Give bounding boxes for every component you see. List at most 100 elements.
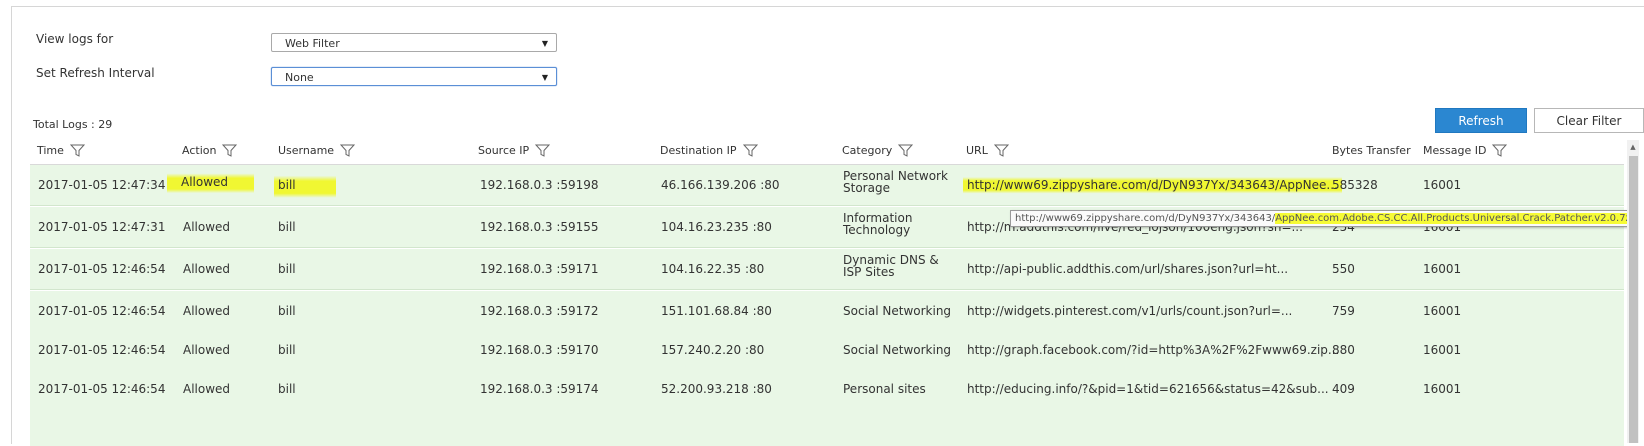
cell-url[interactable]: http://graph.facebook.com/?id=http%3A%2F…: [967, 343, 1339, 357]
column-label: Action: [182, 144, 217, 157]
refresh-button[interactable]: Refresh: [1435, 108, 1527, 133]
view-logs-select[interactable]: Web Filter ▼: [271, 33, 557, 52]
column-label: Destination IP: [660, 144, 737, 157]
column-header-category[interactable]: Category: [842, 144, 914, 157]
cell-message-id: 16001: [1423, 343, 1462, 357]
cell-action: Allowed: [183, 262, 231, 276]
cell-url[interactable]: http://api-public.addthis.com/url/shares…: [967, 262, 1288, 276]
column-label: Category: [842, 144, 893, 157]
filter-funnel-icon[interactable]: [340, 144, 356, 157]
column-header-source-ip[interactable]: Source IP: [478, 144, 551, 157]
column-label: URL: [966, 144, 988, 157]
cell-username: bill: [278, 262, 296, 276]
cell-username: bill: [274, 173, 336, 200]
view-logs-value: Web Filter: [285, 37, 340, 50]
cell-action: Allowed: [183, 304, 231, 318]
view-logs-label: View logs for: [36, 32, 114, 46]
cell-destination-ip: 157.240.2.20 :80: [661, 343, 765, 357]
cell-message-id: 16001: [1423, 382, 1462, 396]
filter-funnel-icon[interactable]: [535, 144, 551, 157]
cell-time: 2017-01-05 12:46:54: [38, 304, 166, 318]
cell-destination-ip: 46.166.139.206 :80: [661, 178, 780, 192]
cell-bytes: 759: [1332, 304, 1355, 318]
cell-username: bill: [278, 382, 296, 396]
cell-source-ip: 192.168.0.3 :59170: [480, 343, 599, 357]
refresh-interval-label: Set Refresh Interval: [36, 66, 155, 80]
cell-bytes: 880: [1332, 343, 1355, 357]
filter-funnel-icon[interactable]: [69, 144, 85, 157]
table-row[interactable]: [30, 408, 1624, 446]
cell-username: bill: [278, 304, 296, 318]
cell-category: Social Networking: [843, 304, 952, 318]
table-row[interactable]: 2017-01-05 12:46:54 Allowed bill 192.168…: [30, 330, 1624, 371]
total-logs-count: Total Logs : 29: [33, 118, 113, 131]
cell-category: Social Networking: [843, 343, 952, 357]
filter-funnel-icon[interactable]: [1492, 144, 1508, 157]
column-label: Message ID: [1423, 144, 1487, 157]
cell-bytes: 585328: [1332, 178, 1378, 192]
cell-category: Personal Network Storage: [843, 169, 948, 195]
cell-time: 2017-01-05 12:47:31: [38, 220, 166, 234]
table-header: Time Action Username Source IP Destinati…: [30, 140, 1624, 165]
cell-action: Allowed: [183, 382, 231, 396]
refresh-interval-select[interactable]: None ▼: [271, 67, 557, 86]
column-header-destination-ip[interactable]: Destination IP: [660, 144, 758, 157]
column-label: Time: [37, 144, 64, 157]
cell-username: bill: [278, 343, 296, 357]
column-header-url[interactable]: URL: [966, 144, 1009, 157]
url-tooltip: http://www69.zippyshare.com/d/DyN937Yx/3…: [1010, 210, 1636, 227]
cell-url[interactable]: http://educing.info/?&pid=1&tid=621656&s…: [967, 382, 1329, 396]
cell-message-id: 16001: [1423, 304, 1462, 318]
cell-source-ip: 192.168.0.3 :59174: [480, 382, 599, 396]
cell-action: Allowed: [183, 220, 231, 234]
cell-bytes: 409: [1332, 382, 1355, 396]
cell-bytes: 550: [1332, 262, 1355, 276]
cell-action-text: Allowed: [167, 171, 255, 195]
filter-funnel-icon[interactable]: [898, 144, 914, 157]
filter-funnel-icon[interactable]: [993, 144, 1009, 157]
column-header-message-id[interactable]: Message ID: [1423, 144, 1508, 157]
cell-category: Personal sites: [843, 382, 926, 396]
cell-url[interactable]: http://www69.zippyshare.com/d/DyN937Yx/3…: [963, 175, 1342, 195]
cell-url[interactable]: http://widgets.pinterest.com/v1/urls/cou…: [967, 304, 1292, 318]
clear-filter-button[interactable]: Clear Filter: [1534, 108, 1644, 133]
column-label: Username: [278, 144, 335, 157]
refresh-interval-value: None: [285, 71, 314, 84]
tooltip-url-prefix: http://www69.zippyshare.com/d/DyN937Yx/3…: [1015, 213, 1276, 224]
cell-time: 2017-01-05 12:46:54: [38, 343, 166, 357]
table-row[interactable]: 2017-01-05 12:46:54 Allowed bill 192.168…: [30, 369, 1624, 410]
cell-source-ip: 192.168.0.3 :59172: [480, 304, 599, 318]
cell-url-text: http://www69.zippyshare.com/d/DyN937Yx/3…: [963, 175, 1342, 195]
tooltip-url-filename: AppNee.com.Adobe.CS.CC.All.Products.Univ…: [1275, 213, 1631, 224]
filter-funnel-icon[interactable]: [742, 144, 758, 157]
table-row[interactable]: 2017-01-05 12:46:54 Allowed bill 192.168…: [30, 291, 1624, 332]
cell-category: Dynamic DNS & ISP Sites: [843, 253, 939, 279]
cell-time: 2017-01-05 12:46:54: [38, 382, 166, 396]
caret-down-icon: ▼: [541, 39, 548, 48]
column-header-action[interactable]: Action: [182, 144, 238, 157]
column-header-bytes-transfer[interactable]: Bytes Transfer: [1332, 144, 1411, 157]
filter-funnel-icon[interactable]: [222, 144, 238, 157]
cell-source-ip: 192.168.0.3 :59198: [480, 178, 599, 192]
column-header-time[interactable]: Time: [37, 144, 85, 157]
cell-time: 2017-01-05 12:46:54: [38, 262, 166, 276]
cell-source-ip: 192.168.0.3 :59155: [480, 220, 599, 234]
scroll-up-arrow-icon[interactable]: ▲: [1628, 141, 1638, 153]
table-row[interactable]: 2017-01-05 12:47:34 Allowed bill 192.168…: [30, 165, 1624, 206]
column-label: Source IP: [478, 144, 530, 157]
cell-message-id: 16001: [1423, 262, 1462, 276]
scrollbar-thumb[interactable]: [1629, 156, 1638, 443]
cell-message-id: 16001: [1423, 178, 1462, 192]
cell-destination-ip: 52.200.93.218 :80: [661, 382, 772, 396]
cell-destination-ip: 104.16.23.235 :80: [661, 220, 772, 234]
cell-destination-ip: 104.16.22.35 :80: [661, 262, 765, 276]
caret-down-icon: ▼: [541, 73, 548, 82]
cell-action: Allowed: [167, 171, 255, 195]
cell-destination-ip: 151.101.68.84 :80: [661, 304, 772, 318]
cell-username-text: bill: [274, 173, 336, 200]
column-label: Bytes Transfer: [1332, 144, 1411, 157]
cell-username: bill: [278, 220, 296, 234]
column-header-username[interactable]: Username: [278, 144, 356, 157]
table-row[interactable]: 2017-01-05 12:46:54 Allowed bill 192.168…: [30, 249, 1624, 290]
cell-source-ip: 192.168.0.3 :59171: [480, 262, 599, 276]
